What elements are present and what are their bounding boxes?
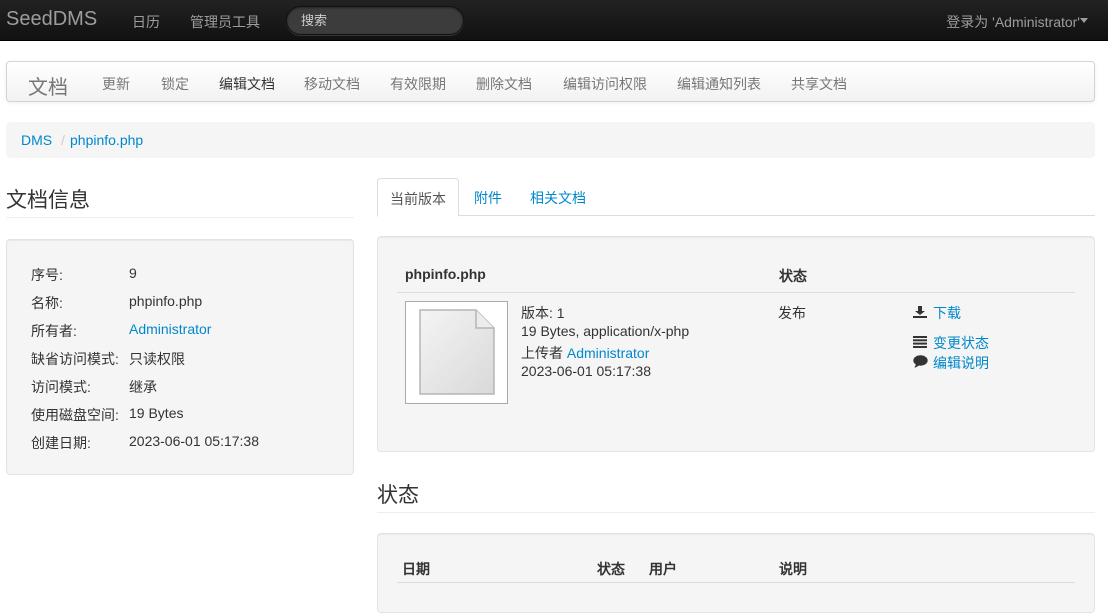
download-link[interactable]: 下载: [933, 303, 961, 323]
top-navbar: SeedDMS 日历 管理员工具 登录为 'Administrator': [0, 0, 1108, 41]
version-uploader: 上传者 Administrator: [521, 343, 649, 363]
version-number: 版本: 1: [521, 305, 565, 321]
version-date: 2023-06-01 05:17:38: [521, 363, 651, 379]
subnav-edit-notify[interactable]: 编辑通知列表: [677, 74, 761, 94]
version-size-type: 19 Bytes, application/x-php: [521, 323, 690, 339]
table-divider: [397, 582, 1075, 583]
info-label: 所有者:: [31, 323, 77, 339]
status-col-user: 用户: [649, 561, 677, 577]
nav-admin-tools-link[interactable]: 管理员工具: [190, 12, 260, 32]
doc-info-panel: 序号: 9 名称: phpinfo.php 所有者: Administrator…: [6, 239, 354, 475]
info-value: phpinfo.php: [129, 293, 203, 309]
info-value: 继承: [129, 379, 157, 395]
uploader-prefix: 上传者: [521, 345, 563, 361]
change-status-link[interactable]: 变更状态: [933, 333, 989, 353]
list-icon: [913, 335, 927, 351]
subnav-update[interactable]: 更新: [102, 74, 130, 94]
info-label: 访问模式:: [31, 379, 91, 395]
download-icon: [913, 305, 927, 321]
nav-calendar-link[interactable]: 日历: [132, 12, 160, 32]
info-label: 序号:: [31, 267, 63, 283]
chevron-down-icon[interactable]: [1080, 18, 1088, 23]
owner-link[interactable]: Administrator: [129, 321, 211, 337]
comment-icon: [913, 355, 928, 371]
subnav-share-document[interactable]: 共享文档: [791, 74, 847, 94]
breadcrumb-separator: /: [61, 132, 65, 148]
subnav-title: 文档: [28, 77, 68, 99]
info-label: 名称:: [31, 295, 63, 311]
info-label: 创建日期:: [31, 435, 91, 451]
status-col-status: 状态: [597, 561, 625, 577]
subnav-move-document[interactable]: 移动文档: [304, 74, 360, 94]
document-subnav: 文档 更新 锁定 编辑文档 移动文档 有效限期 删除文档 编辑访问权限 编辑通知…: [6, 61, 1095, 102]
info-value: 2023-06-01 05:17:38: [129, 433, 259, 449]
doc-info-title: 文档信息: [6, 189, 90, 212]
tab-related-documents[interactable]: 相关文档: [518, 178, 598, 216]
uploader-link[interactable]: Administrator: [567, 345, 649, 361]
info-label: 缺省访问模式:: [31, 351, 119, 367]
search-input[interactable]: [286, 6, 464, 35]
status-col-comment: 说明: [779, 561, 807, 577]
tab-current-version[interactable]: 当前版本: [377, 178, 459, 217]
breadcrumb-dms[interactable]: DMS: [21, 132, 52, 148]
version-header-status: 状态: [779, 268, 807, 284]
info-value: 只读权限: [129, 351, 185, 367]
subnav-delete-document[interactable]: 删除文档: [476, 74, 532, 94]
divider: [377, 512, 1095, 513]
status-section-title: 状态: [377, 484, 419, 507]
breadcrumb-document[interactable]: phpinfo.php: [70, 132, 143, 148]
subnav-lock[interactable]: 锁定: [161, 74, 189, 94]
file-icon: [419, 309, 495, 395]
tab-attachments[interactable]: 附件: [462, 178, 514, 216]
login-user-menu[interactable]: 登录为 'Administrator': [946, 12, 1080, 32]
brand-logo[interactable]: SeedDMS: [6, 8, 97, 31]
divider: [6, 217, 354, 218]
table-divider: [397, 292, 1075, 293]
edit-comment-link[interactable]: 编辑说明: [933, 353, 989, 373]
version-header-name: phpinfo.php: [405, 266, 486, 282]
subnav-edit-document[interactable]: 编辑文档: [219, 74, 275, 94]
info-value: 9: [129, 265, 137, 281]
subnav-edit-access[interactable]: 编辑访问权限: [563, 74, 647, 94]
version-tabs: 当前版本 附件 相关文档: [377, 178, 1095, 217]
info-label: 使用磁盘空间:: [31, 407, 119, 423]
breadcrumb: DMS / phpinfo.php: [6, 122, 1095, 158]
status-col-date: 日期: [402, 561, 430, 577]
status-history-panel: [377, 533, 1095, 613]
document-thumbnail[interactable]: [405, 301, 508, 404]
subnav-expiry[interactable]: 有效限期: [390, 74, 446, 94]
version-status: 发布: [778, 305, 806, 321]
info-value: 19 Bytes: [129, 405, 184, 421]
